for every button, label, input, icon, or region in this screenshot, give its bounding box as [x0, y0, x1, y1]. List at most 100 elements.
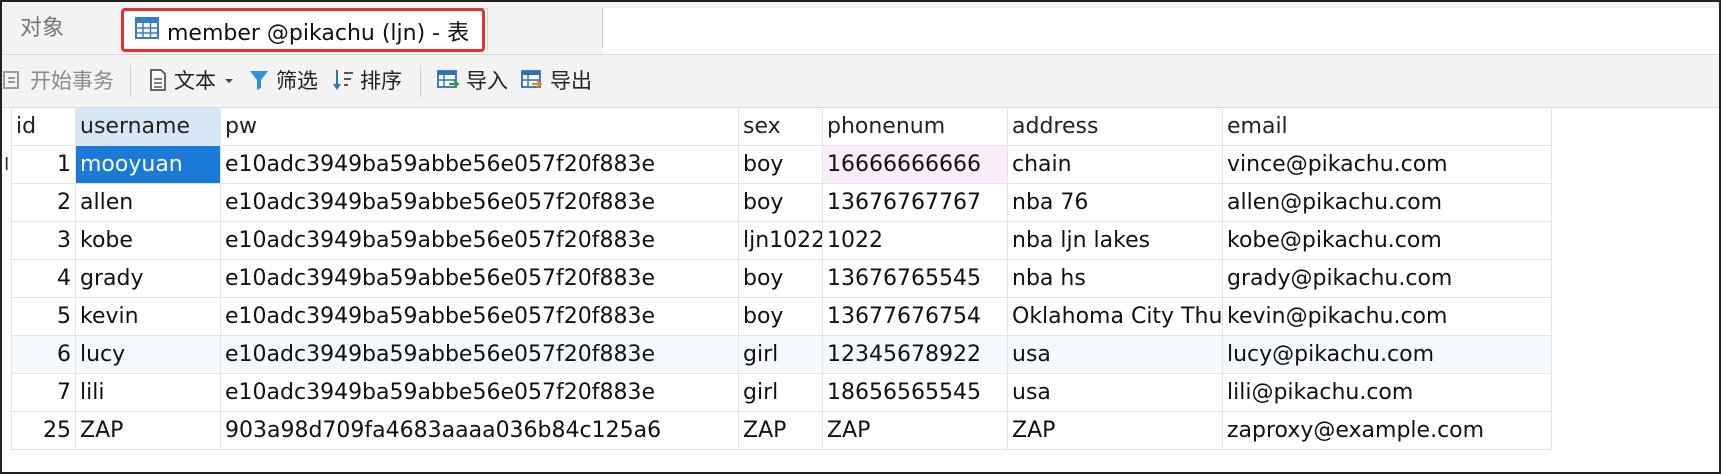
filter-label: 筛选 — [276, 69, 318, 93]
row-gutter[interactable] — [2, 222, 12, 260]
cell-id[interactable]: 1 — [12, 146, 76, 184]
cell-sex[interactable]: boy — [739, 260, 823, 298]
cell-id[interactable]: 5 — [12, 298, 76, 336]
export-button[interactable]: 导出 — [520, 64, 592, 96]
import-label: 导入 — [466, 69, 508, 93]
cell-pw[interactable]: e10adc3949ba59abbe56e057f20f883e — [221, 222, 739, 260]
row-gutter[interactable] — [2, 184, 12, 222]
cell-email[interactable]: allen@pikachu.com — [1223, 184, 1552, 222]
column-header-sex[interactable]: sex — [739, 108, 823, 146]
cell-address[interactable]: ZAP — [1008, 412, 1223, 450]
chevron-down-icon[interactable] — [222, 68, 236, 92]
table-row[interactable]: 25 ZAP 903a98d709fa4683aaaa036b84c125a6 … — [2, 412, 1719, 450]
export-label: 导出 — [550, 69, 592, 93]
cell-pw[interactable]: 903a98d709fa4683aaaa036b84c125a6 — [221, 412, 739, 450]
tab-bar: 对象 member @pikachu (ljn) - 表 — [2, 2, 1719, 55]
cell-email[interactable]: grady@pikachu.com — [1223, 260, 1552, 298]
cell-username[interactable]: grady — [76, 260, 221, 298]
cell-email[interactable]: lili@pikachu.com — [1223, 374, 1552, 412]
cell-username[interactable]: allen — [76, 184, 221, 222]
cell-username[interactable]: lucy — [76, 336, 221, 374]
table-row[interactable]: 3 kobe e10adc3949ba59abbe56e057f20f883e … — [2, 222, 1719, 260]
column-header-id[interactable]: id — [12, 108, 76, 146]
cell-username[interactable]: kevin — [76, 298, 221, 336]
cell-username[interactable]: ZAP — [76, 412, 221, 450]
row-gutter[interactable]: I — [2, 146, 12, 184]
cell-sex[interactable]: girl — [739, 374, 823, 412]
cell-sex[interactable]: boy — [739, 184, 823, 222]
cell-address[interactable]: nba ljn lakes — [1008, 222, 1223, 260]
cell-id[interactable]: 6 — [12, 336, 76, 374]
cell-pw[interactable]: e10adc3949ba59abbe56e057f20f883e — [221, 336, 739, 374]
row-gutter[interactable] — [2, 412, 12, 450]
cell-email[interactable]: lucy@pikachu.com — [1223, 336, 1552, 374]
cell-address[interactable]: nba hs — [1008, 260, 1223, 298]
cell-address[interactable]: Oklahoma City Thunder — [1008, 298, 1223, 336]
cell-pw[interactable]: e10adc3949ba59abbe56e057f20f883e — [221, 146, 739, 184]
cell-phonenum[interactable]: 18656565545 — [823, 374, 1008, 412]
cell-email[interactable]: kevin@pikachu.com — [1223, 298, 1552, 336]
table-row[interactable]: 7 lili e10adc3949ba59abbe56e057f20f883e … — [2, 374, 1719, 412]
cell-address[interactable]: chain — [1008, 146, 1223, 184]
column-header-pw[interactable]: pw — [221, 108, 739, 146]
cell-email[interactable]: zaproxy@example.com — [1223, 412, 1552, 450]
cell-email[interactable]: kobe@pikachu.com — [1223, 222, 1552, 260]
column-header-username[interactable]: username — [76, 108, 221, 146]
row-gutter[interactable] — [2, 260, 12, 298]
current-row-marker: I — [4, 154, 10, 175]
cell-sex[interactable]: boy — [739, 146, 823, 184]
cell-email[interactable]: vince@pikachu.com — [1223, 146, 1552, 184]
cell-pw[interactable]: e10adc3949ba59abbe56e057f20f883e — [221, 298, 739, 336]
column-header-address[interactable]: address — [1008, 108, 1223, 146]
filter-button[interactable]: 筛选 — [248, 64, 318, 96]
column-header-phonenum[interactable]: phonenum — [823, 108, 1008, 146]
cell-phonenum[interactable]: ZAP — [823, 412, 1008, 450]
cell-phonenum[interactable]: 16666666666 — [823, 146, 1008, 184]
sort-button[interactable]: 排序 — [332, 64, 402, 96]
cell-username[interactable]: kobe — [76, 222, 221, 260]
cell-id[interactable]: 25 — [12, 412, 76, 450]
cell-username[interactable]: lili — [76, 374, 221, 412]
cell-phonenum[interactable]: 1022 — [823, 222, 1008, 260]
cell-phonenum[interactable]: 13676765545 — [823, 260, 1008, 298]
table-row[interactable]: 2 allen e10adc3949ba59abbe56e057f20f883e… — [2, 184, 1719, 222]
table-row[interactable]: 5 kevin e10adc3949ba59abbe56e057f20f883e… — [2, 298, 1719, 336]
begin-transaction-label: 开始事务 — [30, 69, 114, 93]
tab-member-table[interactable]: member @pikachu (ljn) - 表 — [121, 8, 488, 52]
row-gutter[interactable] — [2, 298, 12, 336]
cell-pw[interactable]: e10adc3949ba59abbe56e057f20f883e — [221, 184, 739, 222]
sort-label: 排序 — [360, 69, 402, 93]
cell-address[interactable]: nba 76 — [1008, 184, 1223, 222]
navicat-table-window: 对象 member @pikachu (ljn) - 表 开始事务 文本 筛选 … — [0, 0, 1721, 474]
cell-sex[interactable]: boy — [739, 298, 823, 336]
cell-phonenum[interactable]: 12345678922 — [823, 336, 1008, 374]
begin-transaction-button[interactable]: 开始事务 — [2, 64, 114, 96]
export-icon — [521, 70, 543, 88]
cell-address[interactable]: usa — [1008, 336, 1223, 374]
table-row[interactable]: 4 grady e10adc3949ba59abbe56e057f20f883e… — [2, 260, 1719, 298]
cell-id[interactable]: 4 — [12, 260, 76, 298]
table-row[interactable]: I 1 mooyuan e10adc3949ba59abbe56e057f20f… — [2, 146, 1719, 184]
cell-id[interactable]: 7 — [12, 374, 76, 412]
import-button[interactable]: 导入 — [436, 64, 508, 96]
cell-sex[interactable]: girl — [739, 336, 823, 374]
cell-id[interactable]: 3 — [12, 222, 76, 260]
row-gutter[interactable] — [2, 336, 12, 374]
cell-pw[interactable]: e10adc3949ba59abbe56e057f20f883e — [221, 260, 739, 298]
cell-id[interactable]: 2 — [12, 184, 76, 222]
toolbar-divider — [420, 65, 421, 97]
tab-objects[interactable]: 对象 — [20, 14, 64, 44]
cell-pw[interactable]: e10adc3949ba59abbe56e057f20f883e — [221, 374, 739, 412]
row-gutter[interactable] — [2, 374, 12, 412]
cell-username[interactable]: mooyuan — [76, 146, 221, 184]
column-header-email[interactable]: email — [1223, 108, 1552, 146]
table-row[interactable]: 6 lucy e10adc3949ba59abbe56e057f20f883e … — [2, 336, 1719, 374]
cell-phonenum[interactable]: 13677676754 — [823, 298, 1008, 336]
cell-address[interactable]: usa — [1008, 374, 1223, 412]
text-view-button[interactable]: 文本 — [148, 64, 242, 96]
document-icon — [150, 69, 166, 91]
tab-bar-blank-area — [603, 8, 1719, 54]
cell-phonenum[interactable]: 13676767767 — [823, 184, 1008, 222]
cell-sex[interactable]: ZAP — [739, 412, 823, 450]
cell-sex[interactable]: ljn1022 — [739, 222, 823, 260]
